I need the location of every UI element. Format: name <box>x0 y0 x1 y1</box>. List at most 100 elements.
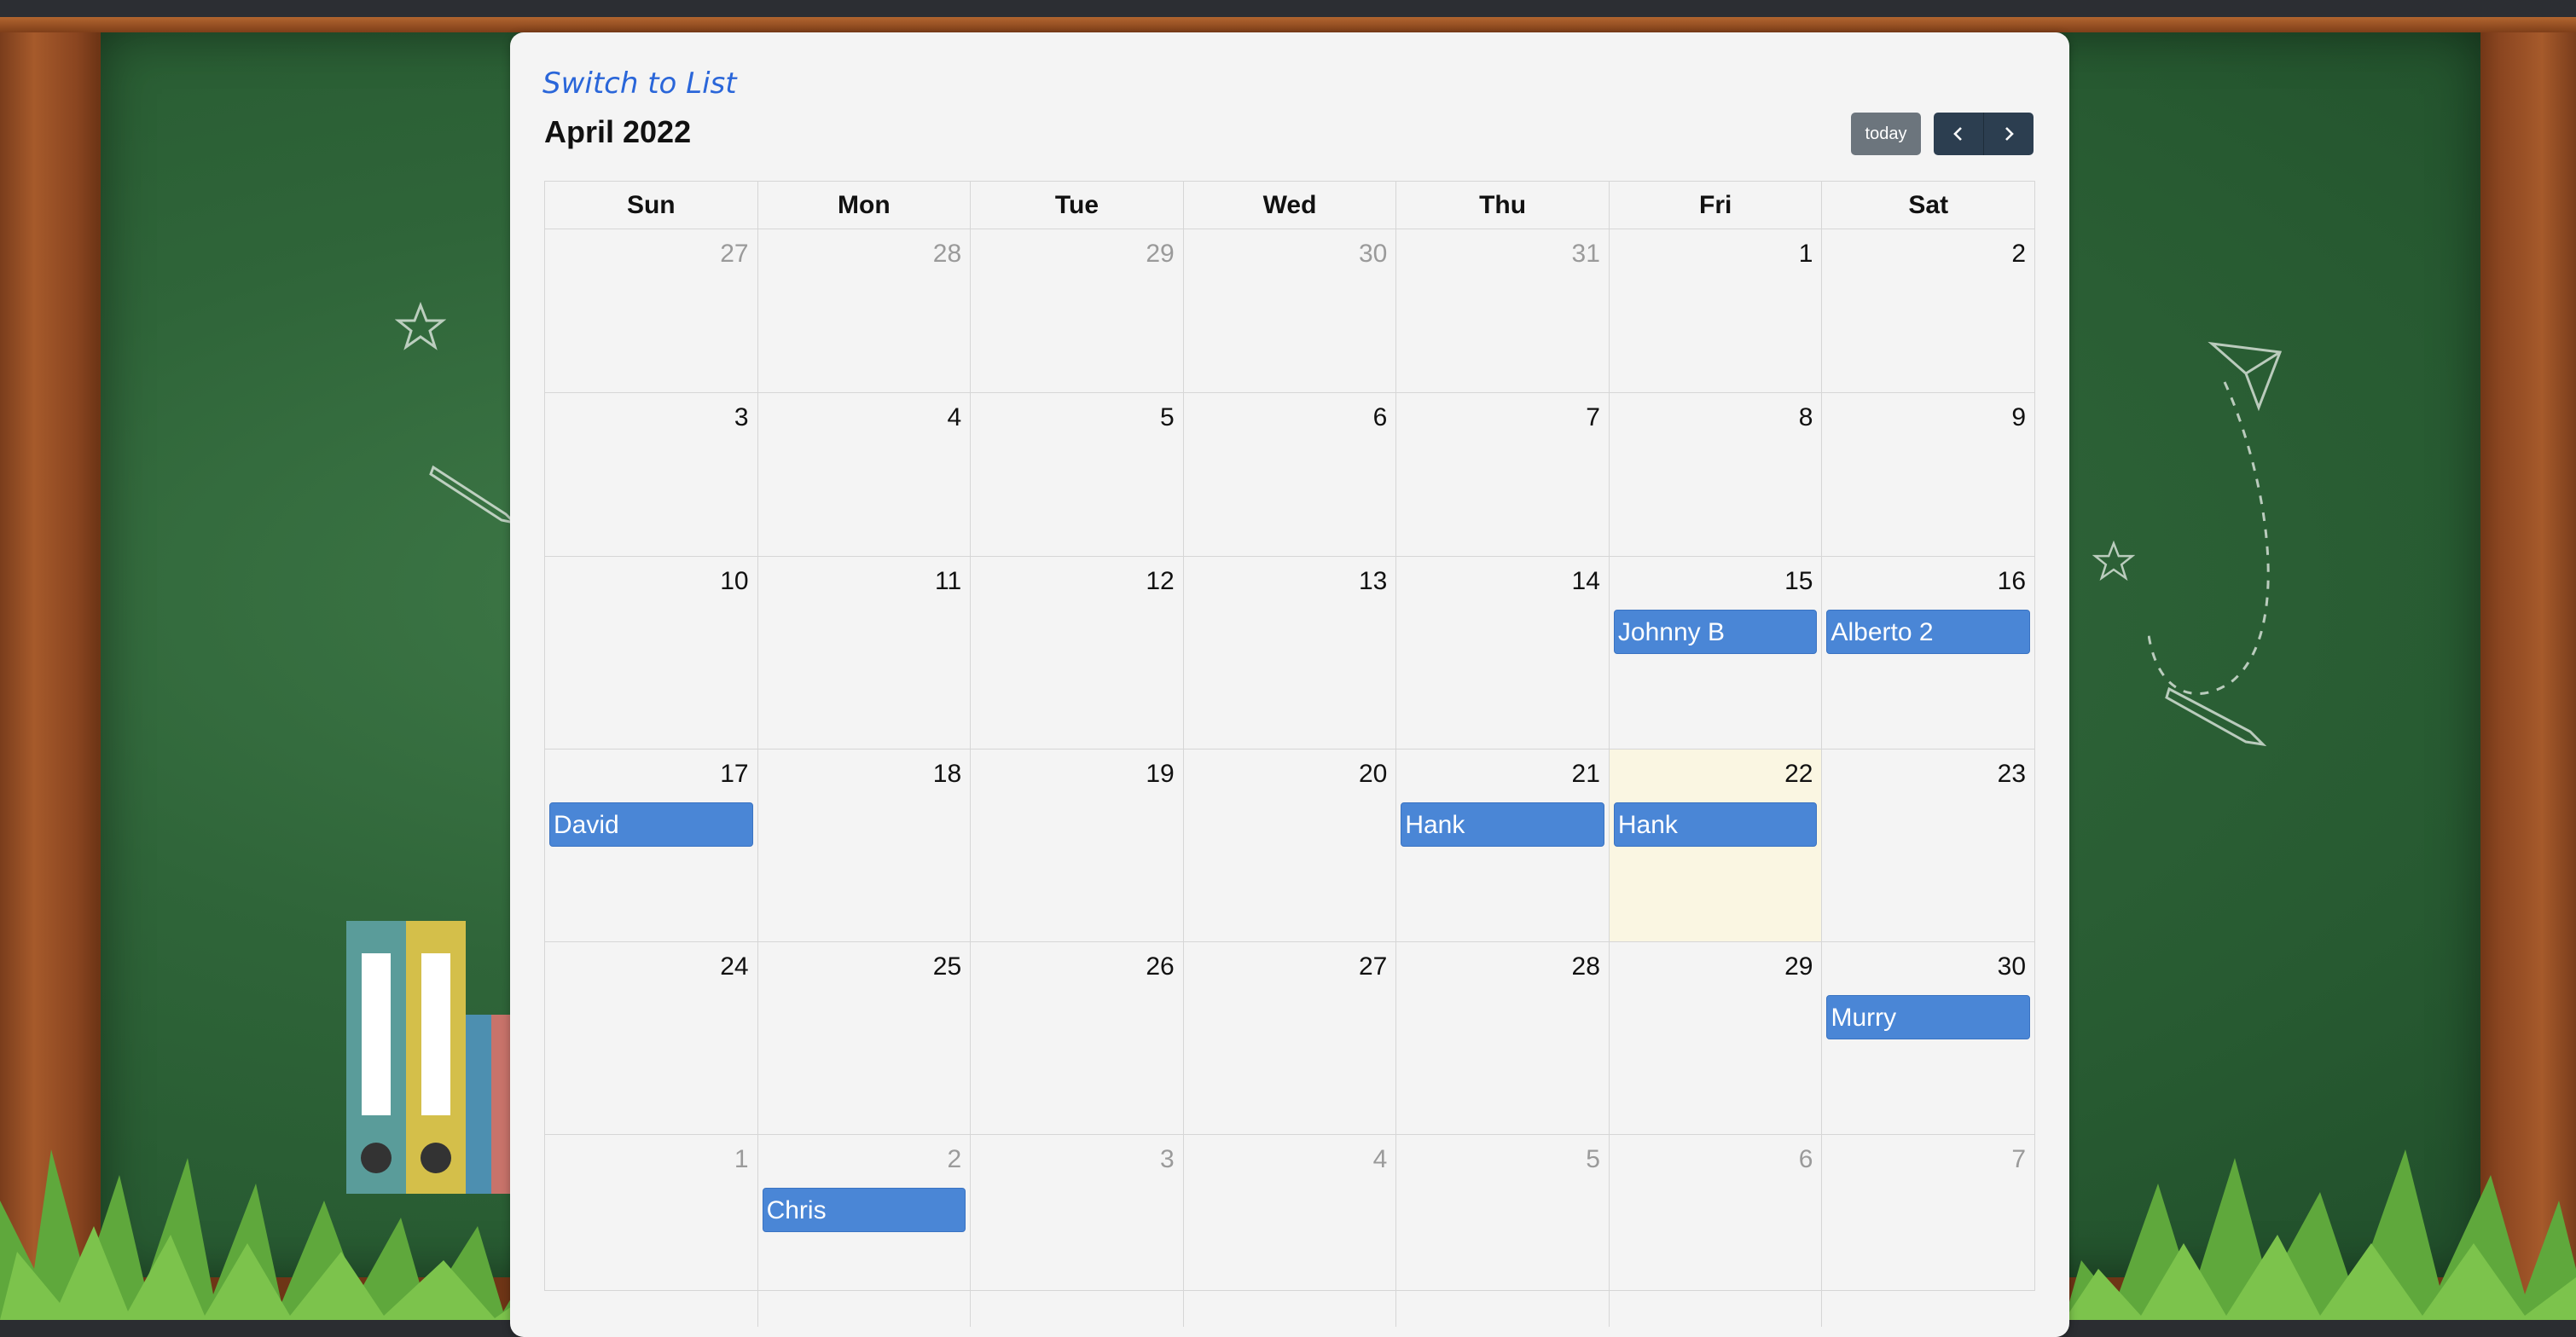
week-row: 17 David 18 19 20 21 Hank 22 Hank 23 <box>545 750 2034 942</box>
day-cell[interactable]: 27 <box>545 229 758 392</box>
day-number: 2 <box>947 1145 962 1173</box>
day-number: 1 <box>1798 240 1813 268</box>
day-number: 28 <box>1571 952 1600 981</box>
day-cell[interactable]: 7 <box>1822 1135 2034 1327</box>
day-cell[interactable]: 31 <box>1396 229 1610 392</box>
week-row: 24 25 26 27 28 29 30 Murry <box>545 942 2034 1135</box>
day-number: 30 <box>1997 952 2027 981</box>
day-cell[interactable]: 24 <box>545 942 758 1134</box>
day-cell[interactable]: 9 <box>1822 393 2034 556</box>
weekday-header-thu: Thu <box>1396 182 1610 229</box>
day-number: 15 <box>1784 567 1813 595</box>
day-cell[interactable]: 1 <box>1610 229 1823 392</box>
day-cell[interactable]: 28 <box>758 229 972 392</box>
week-row: 3 4 5 6 7 8 9 <box>545 393 2034 557</box>
day-cell[interactable]: 18 <box>758 750 972 941</box>
day-cell[interactable]: 28 <box>1396 942 1610 1134</box>
calendar-event[interactable]: Alberto 2 <box>1826 610 2031 654</box>
weekday-header-tue: Tue <box>971 182 1184 229</box>
day-number: 10 <box>720 567 749 595</box>
day-cell[interactable]: 3 <box>545 393 758 556</box>
day-number: 5 <box>1160 403 1175 431</box>
day-cell[interactable]: 29 <box>971 229 1184 392</box>
day-cell[interactable]: 12 <box>971 557 1184 749</box>
day-number: 22 <box>1784 760 1813 788</box>
day-cell[interactable]: 3 <box>971 1135 1184 1327</box>
day-number: 7 <box>1586 403 1600 431</box>
today-button[interactable]: today <box>1851 113 1921 155</box>
day-number: 11 <box>935 567 962 595</box>
switch-to-list-link[interactable]: Switch to List <box>542 67 737 101</box>
day-number: 28 <box>932 240 962 268</box>
day-cell[interactable]: 20 <box>1184 750 1397 941</box>
day-cell[interactable]: 23 <box>1822 750 2034 941</box>
day-cell[interactable]: 2 <box>1822 229 2034 392</box>
day-number: 29 <box>1146 240 1175 268</box>
day-cell[interactable]: 10 <box>545 557 758 749</box>
day-cell[interactable]: 17 David <box>545 750 758 941</box>
star-doodle-icon <box>395 301 446 350</box>
day-cell[interactable]: 27 <box>1184 942 1397 1134</box>
day-cell[interactable]: 14 <box>1396 557 1610 749</box>
day-cell[interactable]: 19 <box>971 750 1184 941</box>
day-cell[interactable]: 16 Alberto 2 <box>1822 557 2034 749</box>
weekday-header-row: Sun Mon Tue Wed Thu Fri Sat <box>545 182 2035 229</box>
day-number: 26 <box>1146 952 1175 981</box>
day-cell[interactable]: 1 <box>545 1135 758 1327</box>
grass-right-decoration-icon <box>2064 1149 2576 1320</box>
grass-left-decoration-icon <box>0 1149 529 1320</box>
day-cell[interactable]: 5 <box>971 393 1184 556</box>
week-row: 10 11 12 13 14 15 Johnny B 16 Alberto 2 <box>545 557 2034 750</box>
weekday-header-fri: Fri <box>1609 182 1823 229</box>
calendar-event[interactable]: Hank <box>1401 802 1604 847</box>
day-cell[interactable]: 30 Murry <box>1822 942 2034 1134</box>
day-cell[interactable]: 25 <box>758 942 972 1134</box>
day-number: 23 <box>1997 760 2027 788</box>
day-cell[interactable]: 15 Johnny B <box>1610 557 1823 749</box>
weekday-header-mon: Mon <box>757 182 972 229</box>
day-cell[interactable]: 8 <box>1610 393 1823 556</box>
day-number: 12 <box>1146 567 1175 595</box>
dashed-path-doodle-icon <box>2148 381 2270 695</box>
day-number: 6 <box>1372 403 1388 431</box>
day-number: 19 <box>1146 760 1175 788</box>
day-number: 7 <box>2011 1145 2027 1173</box>
day-number: 4 <box>947 403 962 431</box>
day-number: 29 <box>1784 952 1813 981</box>
day-cell[interactable]: 4 <box>1184 1135 1397 1327</box>
calendar-event[interactable]: David <box>549 802 753 847</box>
day-cell[interactable]: 6 <box>1184 393 1397 556</box>
day-cell[interactable]: 6 <box>1610 1135 1823 1327</box>
browser-top-bar <box>0 0 2576 17</box>
day-cell[interactable]: 29 <box>1610 942 1823 1134</box>
next-month-button[interactable] <box>1983 113 2034 155</box>
calendar-event[interactable]: Johnny B <box>1613 610 1818 654</box>
day-cell[interactable]: 4 <box>758 393 972 556</box>
week-row: 1 2 Chris 3 4 5 6 7 <box>545 1135 2034 1327</box>
day-number: 21 <box>1571 760 1600 788</box>
day-cell[interactable]: 13 <box>1184 557 1397 749</box>
day-number: 8 <box>1798 403 1813 431</box>
calendar-card: Switch to List April 2022 today Sun Mon Tu… <box>510 32 2069 1337</box>
day-number: 6 <box>1798 1145 1813 1173</box>
day-number: 27 <box>1358 952 1388 981</box>
day-cell-today[interactable]: 22 Hank <box>1609 750 1823 941</box>
day-cell[interactable]: 11 <box>758 557 972 749</box>
day-number: 9 <box>2011 403 2027 431</box>
chevron-right-icon <box>2005 127 2014 141</box>
day-number: 27 <box>720 240 749 268</box>
chevron-left-icon <box>1953 127 1962 141</box>
prev-month-button[interactable] <box>1934 113 1983 155</box>
day-cell[interactable]: 2 Chris <box>758 1135 972 1327</box>
calendar-event[interactable]: Chris <box>762 1188 966 1232</box>
day-number: 4 <box>1372 1145 1388 1173</box>
day-number: 14 <box>1571 567 1600 595</box>
pencil-doodle-icon <box>429 465 519 525</box>
calendar-event[interactable]: Murry <box>1826 995 2031 1039</box>
day-cell[interactable]: 7 <box>1396 393 1610 556</box>
day-cell[interactable]: 5 <box>1396 1135 1610 1327</box>
day-cell[interactable]: 30 <box>1184 229 1397 392</box>
calendar-event[interactable]: Hank <box>1613 802 1818 847</box>
day-cell[interactable]: 21 Hank <box>1396 750 1610 941</box>
day-cell[interactable]: 26 <box>971 942 1184 1134</box>
